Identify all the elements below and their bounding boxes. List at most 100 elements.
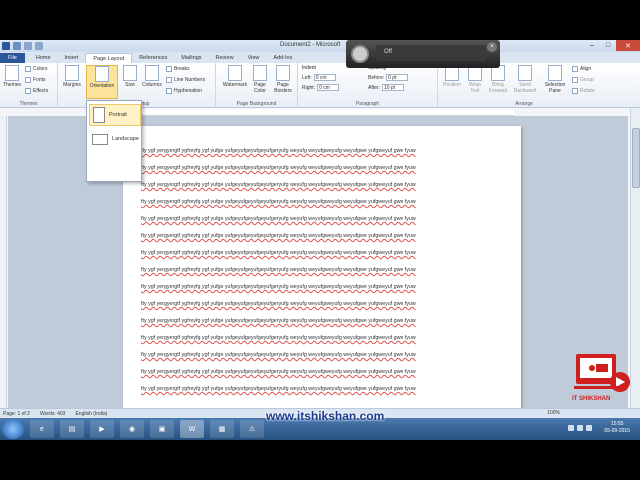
maximize-button[interactable]: □ <box>600 40 616 51</box>
media-player-icon[interactable]: ▶ <box>90 420 114 438</box>
document-page[interactable]: fty ygf yergyergtf ygfreyfg ygf yufge yu… <box>123 126 521 412</box>
tab-home[interactable]: Home <box>29 53 58 63</box>
speaker-knob[interactable] <box>351 45 369 63</box>
fonts-button[interactable]: Fonts <box>25 77 46 83</box>
align-button[interactable]: Align <box>572 66 591 72</box>
ie-icon[interactable]: e <box>30 420 54 438</box>
spacing-after-input[interactable]: 10 pt <box>381 84 404 91</box>
group-icon <box>572 77 578 83</box>
columns-button[interactable]: Columns <box>142 65 162 88</box>
scrollbar-thumb[interactable] <box>632 128 640 188</box>
document-line[interactable]: fty ygf yergyergtf ygfreyfg ygf yufge yu… <box>141 267 416 273</box>
document-line[interactable]: fty ygf yergyergtf ygfreyfg ygf yufge yu… <box>141 335 416 341</box>
undo-icon[interactable] <box>24 42 32 50</box>
status-language[interactable]: English (India) <box>75 411 107 417</box>
bring-forward-button[interactable]: Bring Forward <box>486 65 510 94</box>
speaker-popup: Off × <box>346 40 500 68</box>
selection-pane-button[interactable]: Selection Pane <box>542 65 568 94</box>
document-line[interactable]: fty ygf yergyergtf ygfreyfg ygf yufge yu… <box>141 199 416 205</box>
indent-left-label: Left: <box>302 74 312 81</box>
horizontal-ruler[interactable] <box>124 109 514 116</box>
line-numbers-button[interactable]: Line Numbers <box>166 77 205 83</box>
close-button[interactable]: ✕ <box>616 40 640 51</box>
zoom-level[interactable]: 100% <box>547 410 560 416</box>
breaks-button[interactable]: Breaks <box>166 66 190 72</box>
group-button[interactable]: Group <box>572 77 594 83</box>
explorer-icon[interactable]: ▤ <box>60 420 84 438</box>
watermark-button[interactable]: Watermark <box>222 65 248 88</box>
columns-label: Columns <box>142 82 162 88</box>
document-line[interactable]: fty ygf yergyergtf ygfreyfg ygf yufge yu… <box>141 148 416 154</box>
hyphenation-button[interactable]: Hyphenation <box>166 88 202 94</box>
document-line[interactable]: fty ygf yergyergtf ygfreyfg ygf yufge yu… <box>141 369 416 375</box>
themes-button[interactable]: Themes <box>2 65 22 88</box>
document-line[interactable]: fty ygf yergyergtf ygfreyfg ygf yufge yu… <box>141 352 416 358</box>
rotate-button[interactable]: Rotate <box>572 88 595 94</box>
themes-icon <box>5 65 19 81</box>
minimize-button[interactable]: – <box>584 40 600 51</box>
app-icon[interactable]: ▣ <box>150 420 174 438</box>
orientation-button[interactable]: Orientation <box>86 65 118 99</box>
page-color-button[interactable]: Page Color <box>250 65 270 94</box>
warning-icon[interactable]: ⚠ <box>240 420 264 438</box>
tab-mailings[interactable]: Mailings <box>174 53 208 63</box>
breaks-icon <box>166 66 172 72</box>
tab-references[interactable]: References <box>132 53 174 63</box>
colors-button[interactable]: Colors <box>25 66 47 72</box>
document-line[interactable]: fty ygf yergyergtf ygfreyfg ygf yufge yu… <box>141 318 416 324</box>
website-watermark: www.itshikshan.com <box>266 409 385 423</box>
network-icon[interactable] <box>577 425 583 431</box>
document-line[interactable]: fty ygf yergyergtf ygfreyfg ygf yufge yu… <box>141 216 416 222</box>
breaks-label: Breaks <box>174 66 190 72</box>
title-bar: Document2 - Microsoft – □ ✕ <box>0 40 640 52</box>
logo-text: IT SHIKSHAN <box>572 396 611 402</box>
app2-icon[interactable]: ▦ <box>210 420 234 438</box>
selection-pane-icon <box>548 65 562 81</box>
document-line[interactable]: fty ygf yergyergtf ygfreyfg ygf yufge yu… <box>141 233 416 239</box>
orientation-portrait-item[interactable]: Portrait <box>89 104 141 126</box>
quick-access-toolbar <box>0 42 43 50</box>
word-taskbar-icon[interactable]: W <box>180 420 204 438</box>
orientation-landscape-item[interactable]: Landscape <box>89 128 141 150</box>
tab-add-ins[interactable]: Add-Ins <box>266 53 299 63</box>
selection-pane-label: Selection Pane <box>544 82 566 94</box>
tray-icon[interactable] <box>568 425 574 431</box>
status-page[interactable]: Page: 1 of 2 <box>3 411 30 417</box>
indent-left-input[interactable]: 0 cm <box>313 74 336 81</box>
margins-button[interactable]: Margins <box>62 65 82 88</box>
document-line[interactable]: fty ygf yergyergtf ygfreyfg ygf yufge yu… <box>141 250 416 256</box>
position-button[interactable]: Position <box>440 65 464 88</box>
document-line[interactable]: fty ygf yergyergtf ygfreyfg ygf yufge yu… <box>141 182 416 188</box>
redo-icon[interactable] <box>35 42 43 50</box>
watermark-icon <box>228 65 242 81</box>
wrap-text-button[interactable]: Wrap Text <box>464 65 486 94</box>
taskbar-clock[interactable]: 15:55 05-09-2015 <box>604 421 630 435</box>
window-controls: – □ ✕ <box>584 40 640 51</box>
save-icon[interactable] <box>13 42 21 50</box>
volume-icon[interactable] <box>586 425 592 431</box>
send-backward-icon <box>518 65 532 81</box>
speaker-close-icon[interactable]: × <box>487 42 497 52</box>
margins-label: Margins <box>63 82 81 88</box>
size-button[interactable]: Size <box>120 65 140 88</box>
indent-right-input[interactable]: 0 cm <box>317 84 340 91</box>
vertical-ruler[interactable] <box>0 116 7 416</box>
page-borders-button[interactable]: Page Borders <box>272 65 294 94</box>
document-line[interactable]: fty ygf yergyergtf ygfreyfg ygf yufge yu… <box>141 284 416 290</box>
video-letterbox-top <box>0 0 640 40</box>
start-button[interactable] <box>2 419 24 439</box>
tab-review[interactable]: Review <box>209 53 241 63</box>
tab-view[interactable]: View <box>241 53 267 63</box>
effects-button[interactable]: Effects <box>25 88 48 94</box>
tab-insert[interactable]: Insert <box>58 53 86 63</box>
send-backward-button[interactable]: Send Backward <box>512 65 538 94</box>
document-line[interactable]: fty ygf yergyergtf ygfreyfg ygf yufge yu… <box>141 165 416 171</box>
chrome-icon[interactable]: ◉ <box>120 420 144 438</box>
tab-page-layout[interactable]: Page Layout <box>85 53 133 63</box>
tab-file[interactable]: File <box>0 53 25 63</box>
word-window: Document2 - Microsoft – □ ✕ Off × File H… <box>0 40 640 440</box>
status-words[interactable]: Words: 403 <box>40 411 65 417</box>
document-line[interactable]: fty ygf yergyergtf ygfreyfg ygf yufge yu… <box>141 301 416 307</box>
spacing-before-input[interactable]: 0 pt <box>386 74 409 81</box>
document-line[interactable]: fty ygf yergyergtf ygfreyfg ygf yufge yu… <box>141 386 416 392</box>
